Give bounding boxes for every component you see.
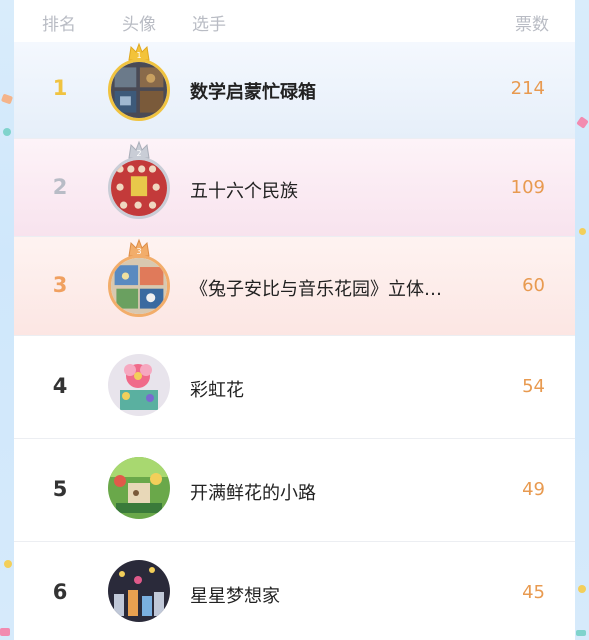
rank-number: 2 — [52, 175, 68, 199]
flower-path-photo — [108, 457, 170, 519]
confetti-decoration — [3, 128, 11, 136]
rank-number: 3 — [52, 273, 68, 297]
rank-number: 5 — [52, 477, 68, 501]
rank-number: 4 — [52, 374, 68, 398]
ranking-row[interactable]: 4 彩虹花 54 — [14, 336, 575, 439]
header-rank: 排名 — [42, 15, 76, 35]
ranking-row[interactable]: 1 1 数学启蒙忙碌箱 214 — [14, 42, 575, 139]
star-dreamer-photo — [108, 560, 170, 622]
player-name: 数学启蒙忙碌箱 — [190, 82, 316, 103]
ranking-card: 排名 头像 选手 票数 1 1 数学启蒙忙碌箱 214 2 2 五十六个民族 1… — [14, 0, 575, 640]
header-votes: 票数 — [515, 15, 549, 35]
rainbow-flower-photo — [108, 354, 170, 416]
header-player: 选手 — [192, 15, 226, 35]
ranking-row[interactable]: 5 开满鲜花的小路 49 — [14, 439, 575, 542]
confetti-decoration — [4, 560, 12, 568]
confetti-decoration — [0, 93, 14, 105]
player-name: 《兔子安比与音乐花园》立体… — [190, 279, 442, 300]
ranking-row[interactable]: 2 2 五十六个民族 109 — [14, 139, 575, 237]
confetti-decoration — [0, 628, 10, 636]
player-name: 彩虹花 — [190, 380, 244, 401]
ethnic-groups-photo — [111, 160, 167, 216]
player-name: 五十六个民族 — [190, 181, 298, 202]
table-header: 排名 头像 选手 票数 — [14, 0, 575, 42]
confetti-decoration — [576, 116, 589, 129]
vote-count: 214 — [510, 78, 545, 99]
popup-book-photo — [111, 258, 167, 314]
avatar[interactable] — [108, 354, 170, 416]
ranking-row[interactable]: 6 星星梦想家 45 — [14, 542, 575, 640]
player-name: 星星梦想家 — [190, 586, 280, 607]
vote-count: 109 — [510, 177, 545, 198]
confetti-decoration — [576, 630, 586, 636]
player-name: 开满鲜花的小路 — [190, 483, 316, 504]
vote-count: 45 — [522, 582, 545, 603]
busy-box-photo — [111, 62, 167, 118]
vote-count: 60 — [522, 275, 545, 296]
vote-count: 49 — [522, 479, 545, 500]
vote-count: 54 — [522, 376, 545, 397]
avatar[interactable] — [108, 560, 170, 622]
rank-number: 6 — [52, 580, 68, 604]
ranking-row[interactable]: 3 3 《兔子安比与音乐花园》立体… 60 — [14, 237, 575, 336]
avatar[interactable] — [108, 59, 170, 121]
header-avatar: 头像 — [122, 15, 156, 35]
confetti-decoration — [579, 228, 586, 235]
avatar[interactable] — [108, 255, 170, 317]
rank-number: 1 — [52, 76, 68, 100]
avatar[interactable] — [108, 457, 170, 519]
avatar[interactable] — [108, 157, 170, 219]
confetti-decoration — [578, 585, 586, 593]
